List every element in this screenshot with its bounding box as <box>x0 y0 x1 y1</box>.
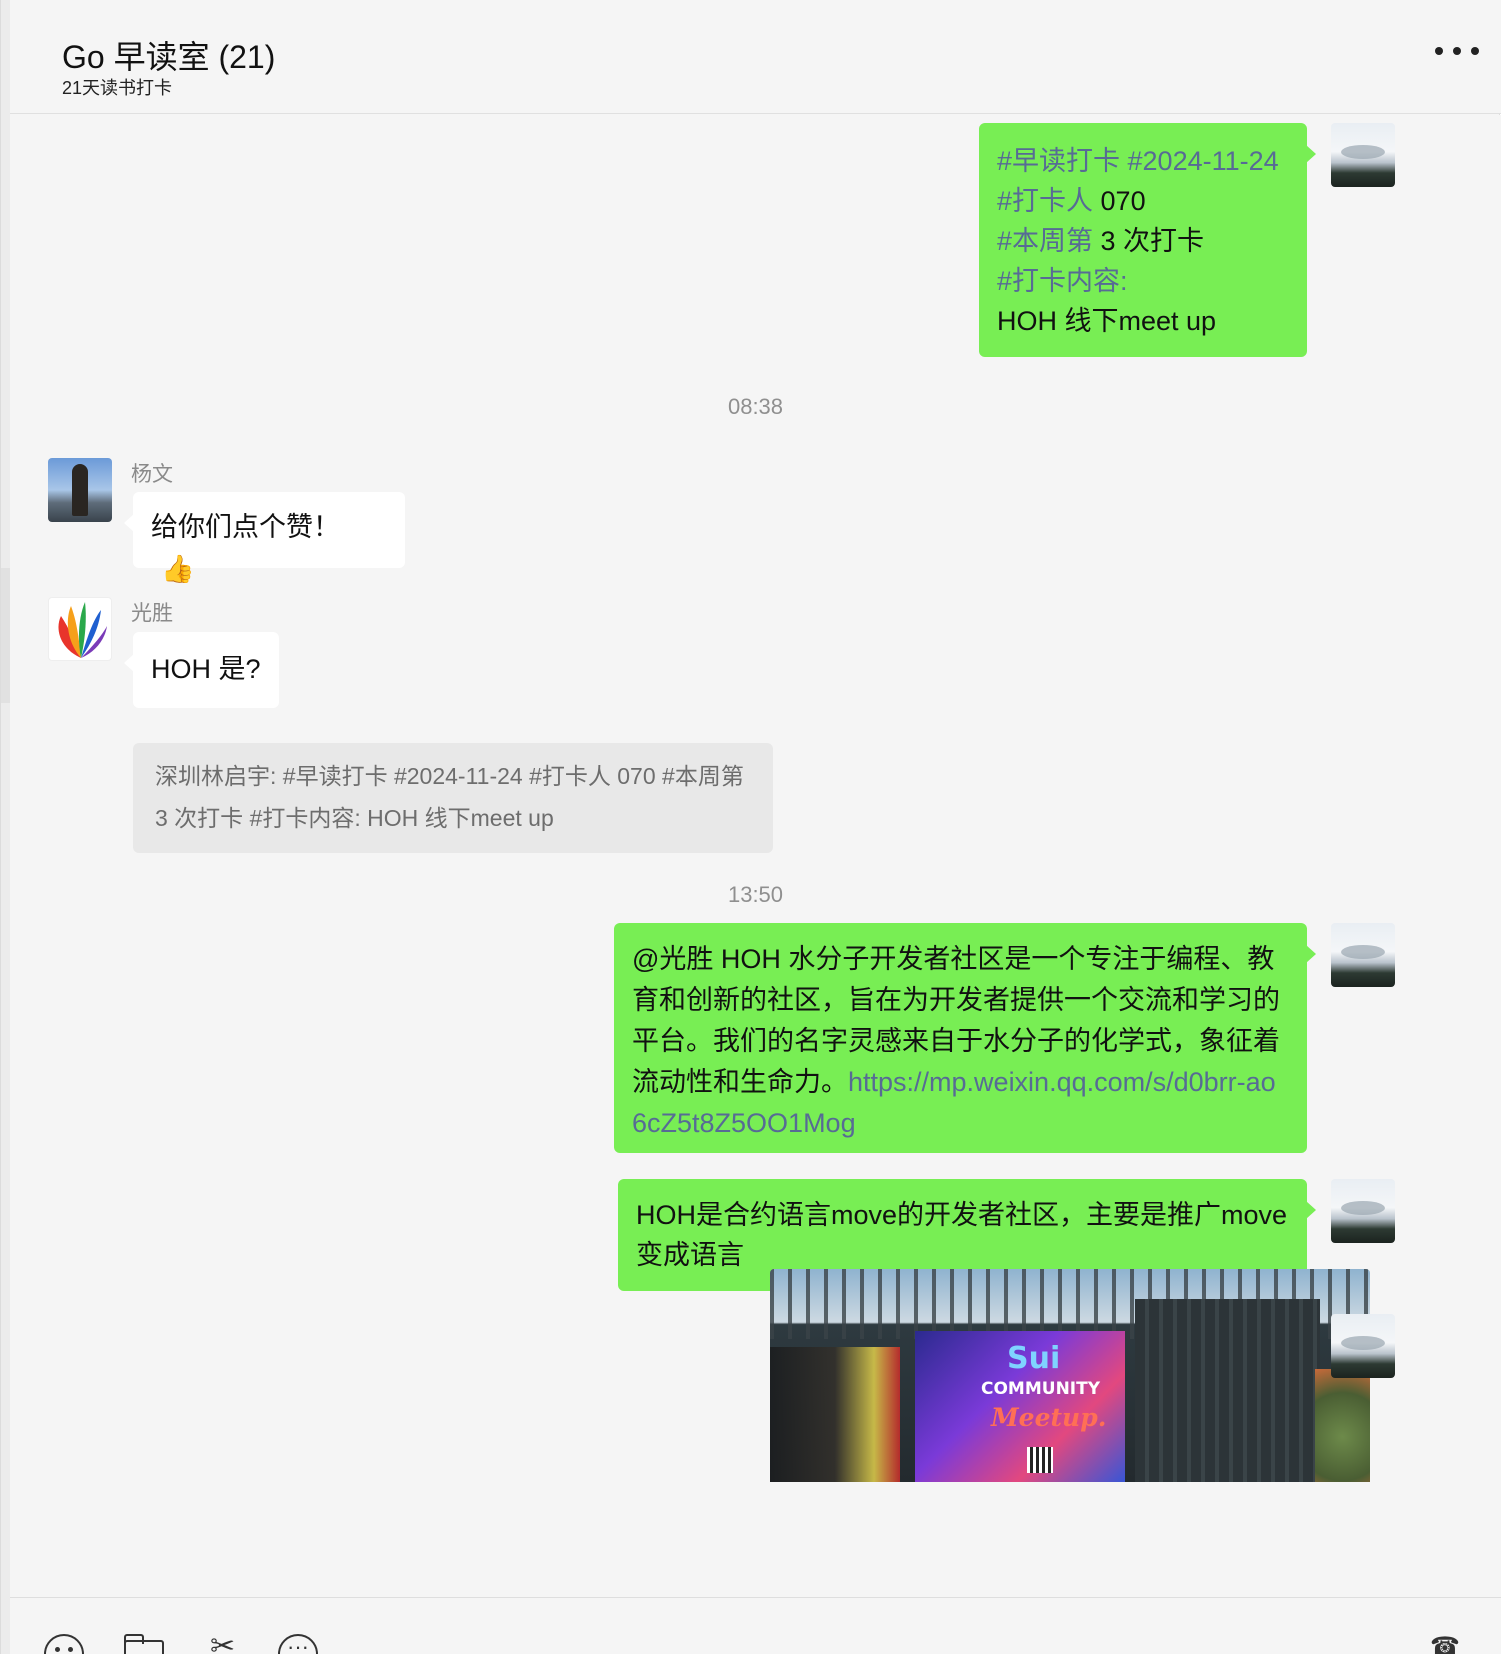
hashtag-week[interactable]: #本周第 <box>997 226 1093 256</box>
chat-subtitle: 21天读书打卡 <box>62 78 173 98</box>
meetup-poster: Sui COMMUNITY Meetup. <box>915 1331 1125 1482</box>
quoted-message[interactable]: 深圳林启宇: #早读打卡 #2024-11-24 #打卡人 070 #本周第 3… <box>133 743 773 853</box>
self-avatar[interactable] <box>1331 1179 1395 1243</box>
qr-code <box>1027 1447 1053 1473</box>
self-message-bubble[interactable]: @光胜 HOH 水分子开发者社区是一个专注于编程、教育和创新的社区，旨在为开发者… <box>614 923 1316 1153</box>
left-panel-edge <box>1 0 10 1654</box>
message-text: 给你们点个赞！ <box>151 512 340 542</box>
image-message[interactable]: Sui COMMUNITY Meetup. <box>770 1269 1370 1482</box>
hashtag-content[interactable]: #打卡内容: <box>997 266 1128 296</box>
chat-history-icon[interactable] <box>278 1634 318 1654</box>
message-bubble[interactable]: 给你们点个赞！ 👍 <box>124 492 405 585</box>
self-avatar[interactable] <box>1331 123 1395 187</box>
input-toolbar: ✂ ☎ <box>10 1597 1501 1654</box>
message-text: HOH是合约语言move的开发者社区，主要是推广move变成语言 <box>636 1200 1288 1270</box>
quoted-text: 深圳林启宇: #早读打卡 #2024-11-24 #打卡人 070 #本周第 3… <box>155 763 744 831</box>
self-message-bubble[interactable]: #早读打卡 #2024-11-24 #打卡人 070 #本周第 3 次打卡 #打… <box>979 123 1316 357</box>
hashtag-checkin-date[interactable]: #早读打卡 #2024-11-24 <box>997 146 1279 176</box>
phone-icon[interactable]: ☎ <box>1430 1634 1466 1654</box>
week-count: 3 次打卡 <box>1093 226 1205 256</box>
folder-icon[interactable] <box>124 1634 164 1654</box>
message-bubble[interactable]: HOH 是? <box>124 632 279 708</box>
sender-avatar[interactable] <box>48 458 112 522</box>
self-avatar[interactable] <box>1331 923 1395 987</box>
hashtag-person[interactable]: #打卡人 <box>997 186 1093 216</box>
chat-title: Go 早读室 (21) <box>62 39 276 75</box>
thumbs-up-emoji: 👍 <box>161 554 195 585</box>
message-list[interactable]: #早读打卡 #2024-11-24 #打卡人 070 #本周第 3 次打卡 #打… <box>10 115 1501 1597</box>
smile-icon[interactable] <box>44 1634 84 1654</box>
sender-name: 光胜 <box>131 602 173 625</box>
sender-name: 杨文 <box>131 463 173 486</box>
scissors-icon[interactable]: ✂ <box>210 1632 250 1654</box>
chat-header: Go 早读室 (21) 21天读书打卡 <box>10 0 1501 114</box>
timestamp: 13:50 <box>727 882 784 907</box>
timestamp: 08:38 <box>727 394 784 419</box>
self-avatar[interactable] <box>1331 1314 1395 1378</box>
more-options-button[interactable] <box>1435 36 1479 66</box>
checkin-content: HOH 线下meet up <box>997 306 1217 336</box>
person-number: 070 <box>1093 186 1146 216</box>
message-text: HOH 是? <box>151 654 261 684</box>
chat-window: Go 早读室 (21) 21天读书打卡 #早读打卡 #2024-11-24 #打… <box>0 0 1501 1654</box>
sender-avatar[interactable] <box>48 597 112 661</box>
